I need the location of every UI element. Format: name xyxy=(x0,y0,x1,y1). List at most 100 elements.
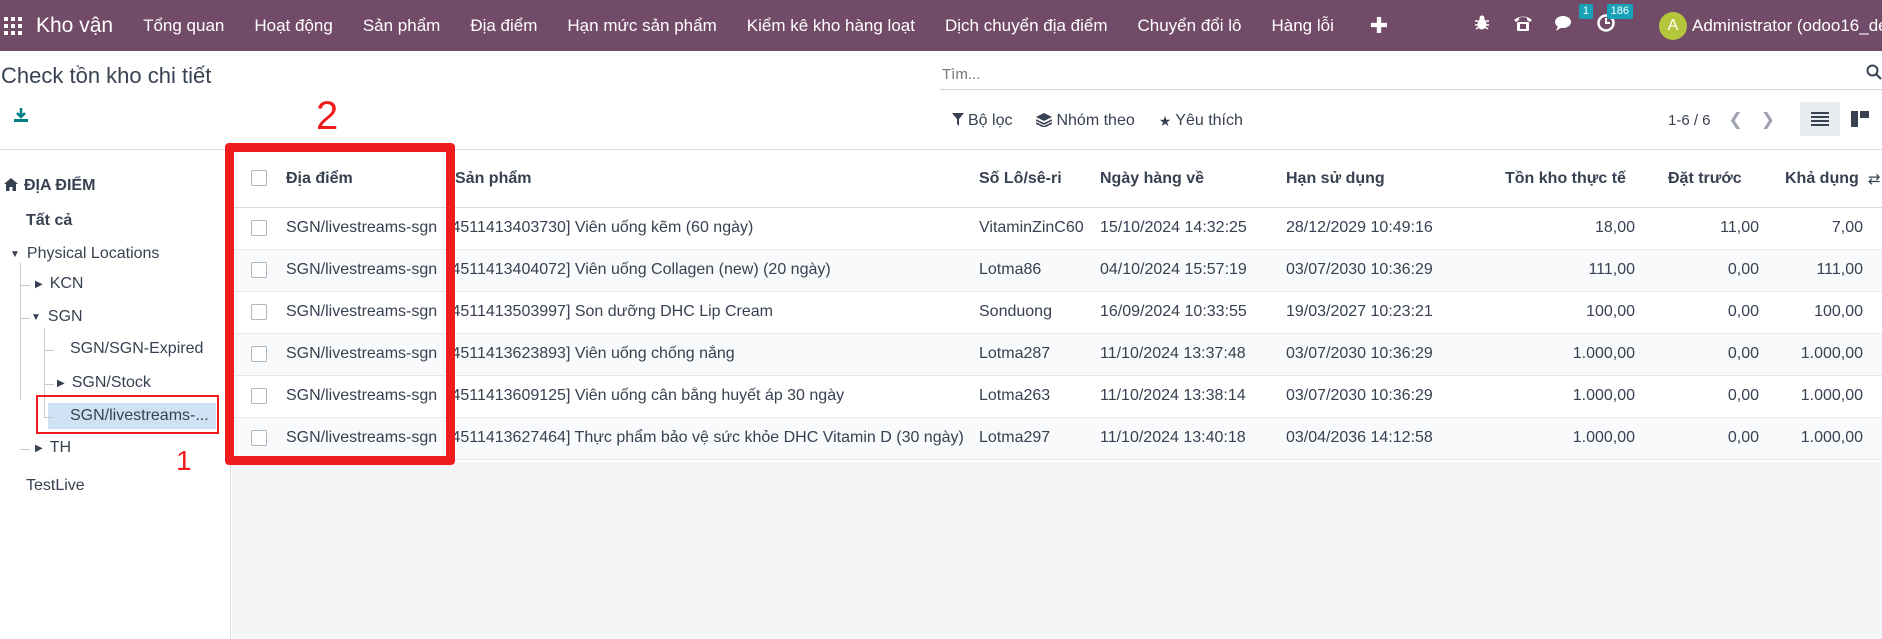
bug-icon[interactable] xyxy=(1473,14,1491,38)
cell-available: 100,00 xyxy=(1814,303,1863,320)
column-header-available[interactable]: Khả dụng xyxy=(1785,170,1859,188)
home-icon xyxy=(4,178,18,194)
download-icon[interactable] xyxy=(13,107,29,128)
sidebar-item-label: TH xyxy=(49,439,72,456)
menu-bulk-inventory[interactable]: Kiểm kê kho hàng loạt xyxy=(747,16,915,36)
caret-down-icon[interactable]: ▼ xyxy=(31,312,41,323)
cell-available: 1.000,00 xyxy=(1800,429,1863,446)
menu-defective-goods[interactable]: Hàng lỗi xyxy=(1271,16,1333,36)
table-row[interactable]: SGN/livestreams-sgn [4511413627464] Thực… xyxy=(232,418,1882,460)
plus-icon[interactable]: ✚ xyxy=(1370,13,1388,39)
tree-guide-line xyxy=(20,449,30,450)
tree-guide-line xyxy=(20,318,30,319)
menu-locations[interactable]: Địa điểm xyxy=(470,16,537,36)
phone-icon[interactable] xyxy=(1513,14,1533,38)
column-header-lot[interactable]: Số Lô/sê-ri xyxy=(979,170,1062,188)
cell-expiry-date: 03/04/2036 14:12:58 xyxy=(1286,429,1433,446)
cell-reserved: 0,00 xyxy=(1727,303,1759,320)
table-row[interactable]: SGN/livestreams-sgn [4511413503997] Son … xyxy=(232,292,1882,334)
column-header-expiry-date[interactable]: Hạn sử dụng xyxy=(1286,170,1385,188)
search-icon[interactable] xyxy=(1866,64,1882,85)
list-view-icon[interactable] xyxy=(1800,102,1840,136)
column-header-product[interactable]: Sản phẩm xyxy=(455,170,683,188)
chat-icon[interactable]: 1 xyxy=(1555,3,1593,38)
sidebar-item-label: SGN/Stock xyxy=(71,374,151,391)
cell-on-hand: 18,00 xyxy=(1594,219,1635,236)
sidebar-item-testlive[interactable]: TestLive xyxy=(26,477,85,495)
favorites-label: Yêu thích xyxy=(1175,112,1243,129)
cell-product: [4511413623893] Viên uống chống nắng xyxy=(455,345,1200,363)
group-by-button[interactable]: Nhóm theo xyxy=(1036,112,1135,130)
cell-on-hand: 111,00 xyxy=(1588,261,1635,278)
sidebar-item-kcn[interactable]: ▶ KCN xyxy=(35,275,83,293)
menu-operations[interactable]: Hoạt động xyxy=(254,16,332,36)
caret-down-icon[interactable]: ▼ xyxy=(10,249,20,260)
table-row[interactable]: SGN/livestreams-sgn [4511413623893] Viên… xyxy=(232,334,1882,376)
cell-on-hand: 1.000,00 xyxy=(1572,345,1635,362)
pager-previous-icon[interactable]: ❮ xyxy=(1729,110,1743,130)
sidebar-item-sgn-stock[interactable]: ▶ SGN/Stock xyxy=(57,374,151,392)
search-input[interactable] xyxy=(940,60,1840,88)
cell-available: 7,00 xyxy=(1831,219,1863,236)
cell-expiry-date: 28/12/2029 10:49:16 xyxy=(1286,219,1433,236)
search-box xyxy=(940,60,1882,90)
cell-product: [4511413404072] Viên uống Collagen (new)… xyxy=(455,261,1200,279)
app-brand[interactable]: Kho vận xyxy=(36,14,113,38)
tree-guide-line xyxy=(20,285,30,286)
cell-reserved: 11,00 xyxy=(1720,219,1759,236)
sidebar-item-th[interactable]: ▶ TH xyxy=(35,439,71,457)
sidebar-item-physical-locations[interactable]: ▼ Physical Locations xyxy=(10,245,159,263)
table-row[interactable]: SGN/livestreams-sgn [4511413609125] Viên… xyxy=(232,376,1882,418)
cell-lot: VitaminZinC60 xyxy=(979,219,1084,236)
cell-lot: Lotma287 xyxy=(979,345,1051,362)
column-header-product-label: Sản phẩm xyxy=(455,170,532,187)
filter-icon xyxy=(952,112,964,130)
tree-guide-line xyxy=(20,263,21,400)
cell-on-hand: 1.000,00 xyxy=(1572,429,1635,446)
apps-menu-icon[interactable] xyxy=(4,15,26,37)
cell-lot: Lotma297 xyxy=(979,429,1051,446)
avatar[interactable]: A xyxy=(1659,11,1687,40)
sidebar-item-all[interactable]: Tất cả xyxy=(26,212,72,230)
optional-columns-icon[interactable]: ⇄ xyxy=(1868,170,1881,188)
navbar-systray: 1 186 A Administrator (odoo16_dev xyxy=(1473,0,1882,51)
cell-arrival-date: 11/10/2024 13:38:14 xyxy=(1100,387,1246,404)
menu-overview[interactable]: Tổng quan xyxy=(143,16,224,36)
menu-location-transfer[interactable]: Dịch chuyển địa điểm xyxy=(945,16,1108,36)
activity-clock-icon[interactable]: 186 xyxy=(1597,3,1633,38)
activity-badge: 186 xyxy=(1606,3,1633,19)
cell-reserved: 0,00 xyxy=(1727,387,1759,404)
cell-product-text: [4511413503997] Son dưỡng DHC Lip Cream xyxy=(455,303,773,320)
pager-next-icon[interactable]: ❯ xyxy=(1761,110,1775,130)
column-header-on-hand[interactable]: Tồn kho thực tế xyxy=(1505,170,1626,188)
menu-product-limits[interactable]: Hạn mức sản phẩm xyxy=(567,16,716,36)
menu-products[interactable]: Sản phẩm xyxy=(363,16,441,36)
pager: 1-6 / 6 ❮ ❯ xyxy=(1668,110,1775,130)
kanban-view-icon[interactable] xyxy=(1840,102,1880,136)
pager-value[interactable]: 1-6 / 6 xyxy=(1668,112,1711,129)
cell-arrival-date: 15/10/2024 14:32:25 xyxy=(1100,219,1247,236)
column-header-reserved[interactable]: Đặt trước xyxy=(1668,170,1742,188)
user-menu[interactable]: Administrator (odoo16_dev xyxy=(1692,16,1882,36)
sidebar-item-sgn-expired[interactable]: SGN/SGN-Expired xyxy=(70,340,203,358)
column-header-arrival-date[interactable]: Ngày hàng về xyxy=(1100,170,1204,188)
filter-button[interactable]: Bộ lọc xyxy=(952,112,1012,130)
caret-right-icon[interactable]: ▶ xyxy=(35,279,43,290)
cell-product: [4511413627464] Thực phẩm bảo vệ sức khỏ… xyxy=(455,429,1200,447)
sidebar-item-sgn[interactable]: ▼ SGN xyxy=(31,308,83,326)
cell-reserved: 0,00 xyxy=(1727,261,1759,278)
cell-reserved: 0,00 xyxy=(1727,429,1759,446)
table-row[interactable]: SGN/livestreams-sgn [4511413404072] Viên… xyxy=(232,250,1882,292)
caret-right-icon[interactable]: ▶ xyxy=(57,378,65,389)
table-row[interactable]: SGN/livestreams-sgn [4511413403730] Viên… xyxy=(232,208,1882,250)
menu-lot-conversion[interactable]: Chuyển đổi lô xyxy=(1138,16,1242,36)
sidebar-item-label: SGN xyxy=(47,308,83,325)
caret-right-icon[interactable]: ▶ xyxy=(35,443,43,454)
favorites-button[interactable]: ★ Yêu thích xyxy=(1159,112,1243,130)
cell-arrival-date: 04/10/2024 15:57:19 xyxy=(1100,261,1247,278)
cell-lot: Lotma86 xyxy=(979,261,1042,278)
page-title: Check tồn kho chi tiết xyxy=(1,63,212,88)
location-sidebar: ĐỊA ĐIỂM Tất cả ▼ Physical Locations ▶ K… xyxy=(0,150,231,639)
layers-icon xyxy=(1036,112,1053,130)
filter-label: Bộ lọc xyxy=(968,112,1013,129)
